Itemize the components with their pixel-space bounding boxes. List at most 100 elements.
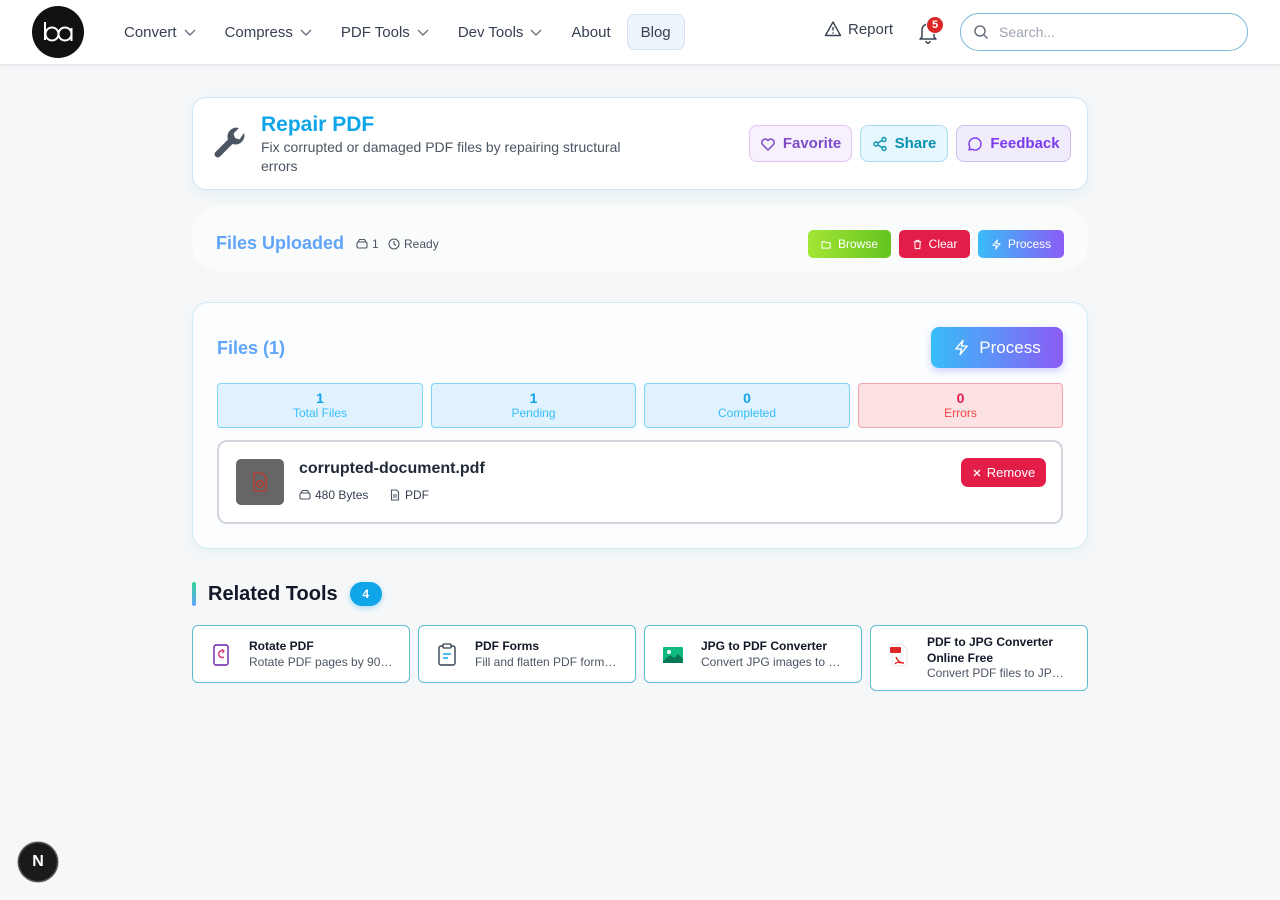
file-type: PDF	[389, 488, 429, 502]
search-input[interactable]	[999, 24, 1219, 40]
dev-tools-badge[interactable]: N	[19, 843, 57, 881]
related-tool-card[interactable]: PDF Forms Fill and flatten PDF forms onl…	[418, 625, 636, 683]
warning-triangle-icon	[824, 21, 842, 37]
site-header: Convert Compress PDF Tools Dev Tools Abo…	[0, 0, 1280, 65]
accent-bar	[192, 582, 196, 606]
file-name: corrupted-document.pdf	[299, 460, 485, 477]
chevron-down-icon	[417, 29, 429, 36]
trash-icon	[913, 239, 921, 249]
favorite-button[interactable]: Favorite	[749, 125, 852, 162]
related-tool-card[interactable]: PDF to JPG Converter Online Free Convert…	[870, 625, 1088, 691]
share-button[interactable]: Share	[860, 125, 948, 162]
stat-value: 1	[529, 390, 538, 406]
nav-label: Dev Tools	[457, 23, 524, 41]
chevron-down-icon	[184, 29, 196, 36]
clear-label: Clear	[928, 237, 958, 251]
related-tool-name: PDF to JPG Converter Online Free	[927, 635, 1054, 665]
clear-button[interactable]: Clear	[899, 230, 970, 258]
stat-label: Completed	[717, 406, 777, 420]
page-title: Repair PDF	[261, 113, 375, 136]
clipboard-icon	[438, 643, 456, 666]
process-button[interactable]: Process	[931, 327, 1063, 368]
process-button-small[interactable]: Process	[978, 230, 1064, 258]
chevron-down-icon	[530, 29, 542, 36]
drive-icon	[299, 489, 311, 500]
ba-logo-icon	[44, 22, 73, 42]
related-tool-card[interactable]: Rotate PDF Rotate PDF pages by 90°, 180°…	[192, 625, 410, 683]
heart-icon	[760, 137, 775, 151]
browse-button[interactable]: Browse	[808, 230, 891, 258]
chat-bubble-icon	[968, 136, 983, 151]
feedback-label: Feedback	[990, 135, 1060, 152]
favorite-label: Favorite	[782, 135, 842, 152]
nav-compress[interactable]: Compress	[213, 14, 325, 50]
nav-label: PDF Tools	[340, 23, 410, 41]
share-label: Share	[894, 135, 937, 152]
wrench-icon	[214, 127, 245, 158]
logo[interactable]	[32, 6, 84, 58]
stat-label: Total Files	[292, 406, 348, 420]
share-icon	[872, 136, 887, 151]
tool-header-card: Repair PDF Fix corrupted or damaged PDF …	[192, 97, 1088, 190]
nav-label: Convert	[124, 23, 177, 41]
stat-value: 0	[743, 390, 751, 406]
report-button[interactable]: Report	[824, 20, 893, 38]
files-uploaded-bar: Files Uploaded 1 Ready Browse Clear Proc…	[192, 205, 1088, 271]
file-count: 1	[356, 237, 379, 251]
process-label: Process	[1007, 237, 1052, 251]
related-tool-desc: Fill and flatten PDF forms online	[475, 655, 619, 669]
feedback-button[interactable]: Feedback	[956, 125, 1071, 162]
stat-label: Pending	[511, 406, 556, 420]
notification-badge: 5	[926, 16, 944, 34]
remove-label: Remove	[986, 465, 1036, 480]
browse-label: Browse	[837, 237, 878, 251]
image-icon	[663, 647, 683, 663]
report-label: Report	[848, 20, 894, 38]
related-tools-count-badge: 4	[349, 582, 382, 606]
files-panel: Files (1) Process 1 Total Files 1 Pendin…	[192, 302, 1088, 549]
nav-convert[interactable]: Convert	[112, 14, 209, 50]
lightning-icon	[955, 339, 969, 356]
search-icon	[974, 25, 989, 40]
remove-file-button[interactable]: Remove	[961, 458, 1046, 487]
document-icon	[390, 489, 400, 501]
nav-label: Blog	[640, 23, 671, 41]
related-tool-name: JPG to PDF Converter	[701, 639, 828, 653]
nav-blog[interactable]: Blog	[626, 14, 685, 50]
stat-value: 1	[316, 390, 324, 406]
lightning-icon	[992, 238, 1001, 250]
nav-about[interactable]: About	[559, 14, 622, 50]
process-label: Process	[979, 337, 1041, 357]
pdf-file-icon	[253, 472, 267, 492]
files-uploaded-title: Files Uploaded	[216, 233, 345, 253]
status-text: Ready	[404, 237, 439, 251]
file-thumbnail	[236, 459, 284, 505]
nav-label: Compress	[224, 23, 293, 41]
drive-icon	[356, 238, 368, 249]
pdf-file-icon	[890, 643, 908, 667]
files-title: Files (1)	[217, 338, 286, 358]
nav-label: About	[571, 23, 611, 41]
clock-icon	[388, 238, 400, 250]
rotate-pdf-icon	[213, 644, 229, 666]
status-indicator: Ready	[388, 237, 439, 251]
stat-label: Errors	[944, 406, 977, 420]
stat-total-files: 1 Total Files	[217, 383, 423, 428]
related-tool-desc: Convert JPG images to PDF documents	[701, 655, 845, 669]
file-type-value: PDF	[405, 488, 429, 502]
stat-pending: 1 Pending	[431, 383, 636, 428]
related-tool-desc: Rotate PDF pages by 90°, 180°, or 270°	[249, 655, 393, 669]
file-row: corrupted-document.pdf 480 Bytes PDF Rem…	[217, 440, 1063, 524]
page-description: Fix corrupted or damaged PDF files by re…	[261, 139, 621, 174]
related-tool-card[interactable]: JPG to PDF Converter Convert JPG images …	[644, 625, 862, 683]
stat-value: 0	[956, 390, 965, 406]
nav-pdf-tools[interactable]: PDF Tools	[329, 14, 442, 50]
related-tools-title: Related Tools	[208, 582, 338, 605]
related-tool-desc: Convert PDF files to JPG images	[927, 666, 1071, 680]
file-size: 480 Bytes	[299, 488, 368, 502]
related-tool-name: PDF Forms	[475, 639, 540, 653]
search-box[interactable]	[960, 13, 1248, 51]
related-tools-header: Related Tools 4	[192, 582, 382, 606]
nav-dev-tools[interactable]: Dev Tools	[446, 14, 556, 50]
folder-open-icon	[821, 240, 831, 249]
